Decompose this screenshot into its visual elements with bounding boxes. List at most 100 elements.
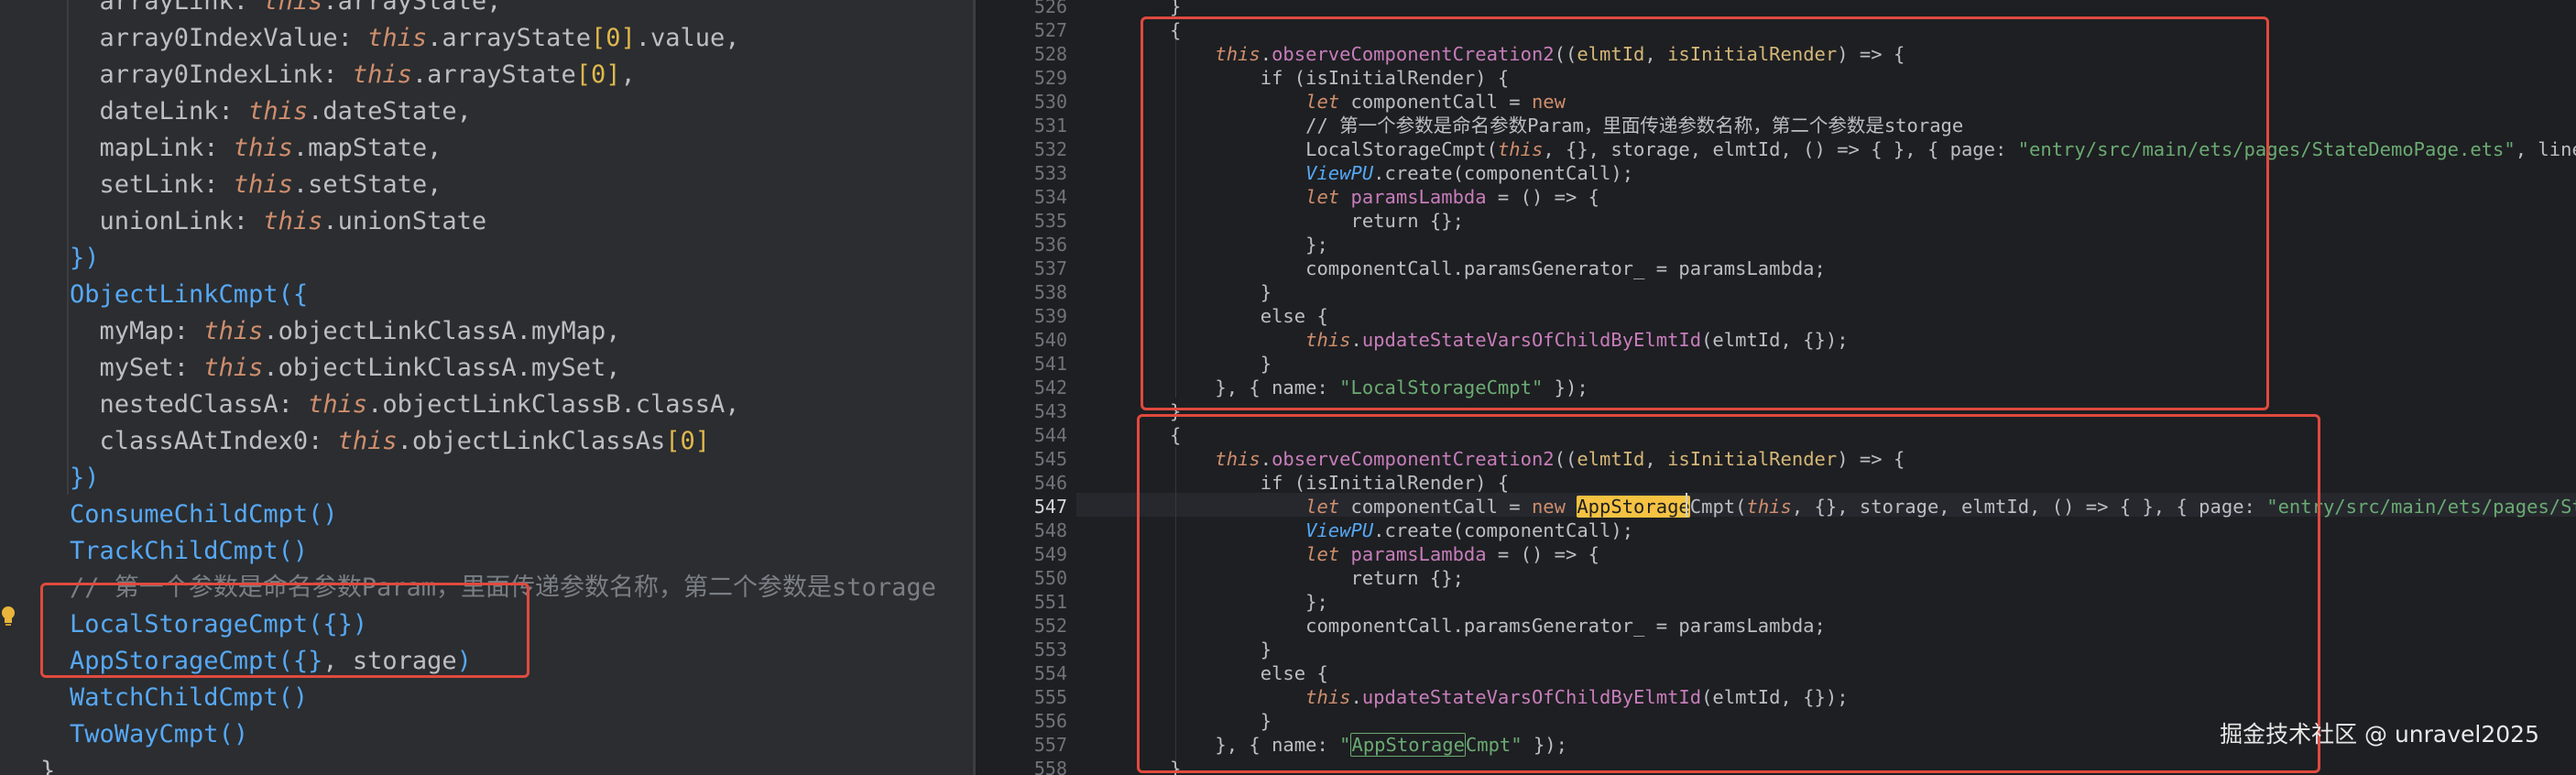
code-line[interactable]: mapLink: this.mapState,	[70, 130, 442, 167]
code-line[interactable]: dateLink: this.dateState,	[70, 93, 472, 130]
code-line[interactable]: ObjectLinkCmpt({	[70, 277, 308, 313]
code-line[interactable]: TwoWayCmpt()	[70, 716, 248, 753]
code-token: WatchChildCmpt	[70, 683, 278, 712]
code-line[interactable]: setLink: this.setState,	[70, 167, 442, 203]
code-token: myMap:	[70, 317, 204, 345]
code-line[interactable]: ConsumeChildCmpt()	[70, 497, 338, 533]
code-line[interactable]: myMap: this.objectLinkClassA.myMap,	[70, 313, 621, 350]
line-number: 535	[1033, 210, 1067, 232]
line-number: 530	[1033, 91, 1067, 113]
code-token: this	[263, 0, 323, 16]
code-token: TwoWayCmpt	[70, 720, 219, 748]
line-number: 543	[1033, 400, 1067, 422]
lightbulb-icon[interactable]	[0, 605, 16, 628]
line-number: 536	[1033, 234, 1067, 256]
line-number: 556	[1033, 710, 1067, 732]
code-line[interactable]: })	[70, 460, 100, 497]
code-token: , line: 1	[2515, 138, 2576, 160]
code-token: nestedClassA:	[70, 390, 309, 419]
line-number: 542	[1033, 377, 1067, 398]
code-token: ()	[278, 683, 309, 712]
indent-guide	[67, 0, 69, 247]
code-line[interactable]: mySet: this.objectLinkClassA.mySet,	[70, 350, 621, 387]
code-token: array0IndexValue:	[70, 24, 368, 52]
code-token: .value,	[635, 24, 740, 52]
code-token: .objectLinkClassA.mySet,	[263, 354, 621, 382]
line-number: 528	[1033, 43, 1067, 65]
line-number: 533	[1033, 162, 1067, 184]
line-number: 544	[1033, 424, 1067, 446]
line-number: 539	[1033, 305, 1067, 327]
code-token: .objectLinkClassB.classA,	[367, 390, 740, 419]
code-token: .arrayState	[427, 24, 591, 52]
code-token: setLink:	[70, 170, 234, 199]
line-number: 550	[1033, 567, 1067, 589]
code-token: .mapState,	[292, 134, 442, 162]
line-number: 545	[1033, 448, 1067, 470]
line-number: 554	[1033, 662, 1067, 684]
line-number: 537	[1033, 257, 1067, 279]
code-token: }	[1170, 0, 1182, 17]
line-number: 526	[1033, 0, 1067, 17]
code-token: }	[40, 757, 56, 775]
line-number: 538	[1033, 281, 1067, 303]
code-token: .objectLinkClassAs	[397, 427, 666, 455]
line-number: 532	[1033, 138, 1067, 160]
code-token: dateLink:	[70, 97, 249, 126]
left-editor-pane[interactable]: arrayLink: this.arrayState, array0IndexV…	[0, 0, 976, 775]
line-number: 527	[1033, 19, 1067, 41]
code-token: [0]	[575, 60, 621, 89]
code-token: ({	[278, 280, 309, 309]
code-token: .dateState,	[308, 97, 472, 126]
code-token: this	[203, 354, 264, 382]
code-line[interactable]: unionLink: this.unionState	[70, 203, 487, 240]
code-line[interactable]: nestedClassA: this.objectLinkClassB.clas…	[70, 387, 740, 423]
code-line[interactable]: }	[1170, 0, 1181, 18]
code-line[interactable]: })	[70, 240, 100, 277]
line-number: 555	[1033, 686, 1067, 708]
code-line[interactable]: WatchChildCmpt()	[70, 680, 308, 716]
code-token: this	[352, 60, 412, 89]
code-line[interactable]: arrayLink: this.arrayState,	[70, 0, 502, 20]
code-token: TrackChildCmpt	[70, 537, 278, 565]
annotation-box-left	[40, 583, 529, 678]
code-token: })	[70, 464, 100, 492]
code-token: mySet:	[70, 354, 204, 382]
code-token: this	[248, 97, 309, 126]
code-line[interactable]: classAAtIndex0: this.objectLinkClassAs[0…	[70, 423, 711, 460]
code-token: this	[233, 170, 293, 199]
indent-guide	[67, 247, 69, 495]
code-token: ,	[620, 60, 636, 89]
code-token: ()	[278, 537, 309, 565]
code-token: [0]	[665, 427, 711, 455]
line-number: 540	[1033, 329, 1067, 351]
watermark: 掘金技术社区 @ unravel2025	[2220, 721, 2539, 748]
code-token: ()	[308, 500, 338, 529]
code-line[interactable]: TrackChildCmpt()	[70, 533, 308, 570]
code-token: .arrayState	[411, 60, 576, 89]
code-token: this	[308, 390, 368, 419]
code-token: this	[233, 134, 293, 162]
code-token: ObjectLinkCmpt	[70, 280, 278, 309]
code-line[interactable]: }	[40, 753, 55, 775]
code-token: ()	[218, 720, 249, 748]
right-editor-pane[interactable]: 526 527 528 529 530 531 532 533 534 535 536 537 538 5…	[976, 0, 2576, 775]
code-token: arrayLink:	[70, 0, 264, 16]
line-number: 552	[1033, 615, 1067, 637]
code-token: classAAtIndex0:	[70, 427, 338, 455]
line-number: 529	[1033, 67, 1067, 89]
code-token: array0IndexLink:	[70, 60, 353, 89]
line-number: 549	[1033, 543, 1067, 565]
line-number: 541	[1033, 353, 1067, 375]
line-number: 557	[1033, 734, 1067, 756]
line-number: 548	[1033, 519, 1067, 541]
line-number: 531	[1033, 115, 1067, 136]
code-token: mapLink:	[70, 134, 234, 162]
code-token: })	[70, 244, 100, 272]
code-line[interactable]: array0IndexLink: this.arrayState[0],	[70, 57, 636, 93]
line-number: 534	[1033, 186, 1067, 208]
code-token: unionLink:	[70, 207, 264, 235]
code-token: [0]	[590, 24, 636, 52]
code-token: .arrayState,	[322, 0, 502, 16]
code-line[interactable]: array0IndexValue: this.arrayState[0].val…	[70, 20, 740, 57]
